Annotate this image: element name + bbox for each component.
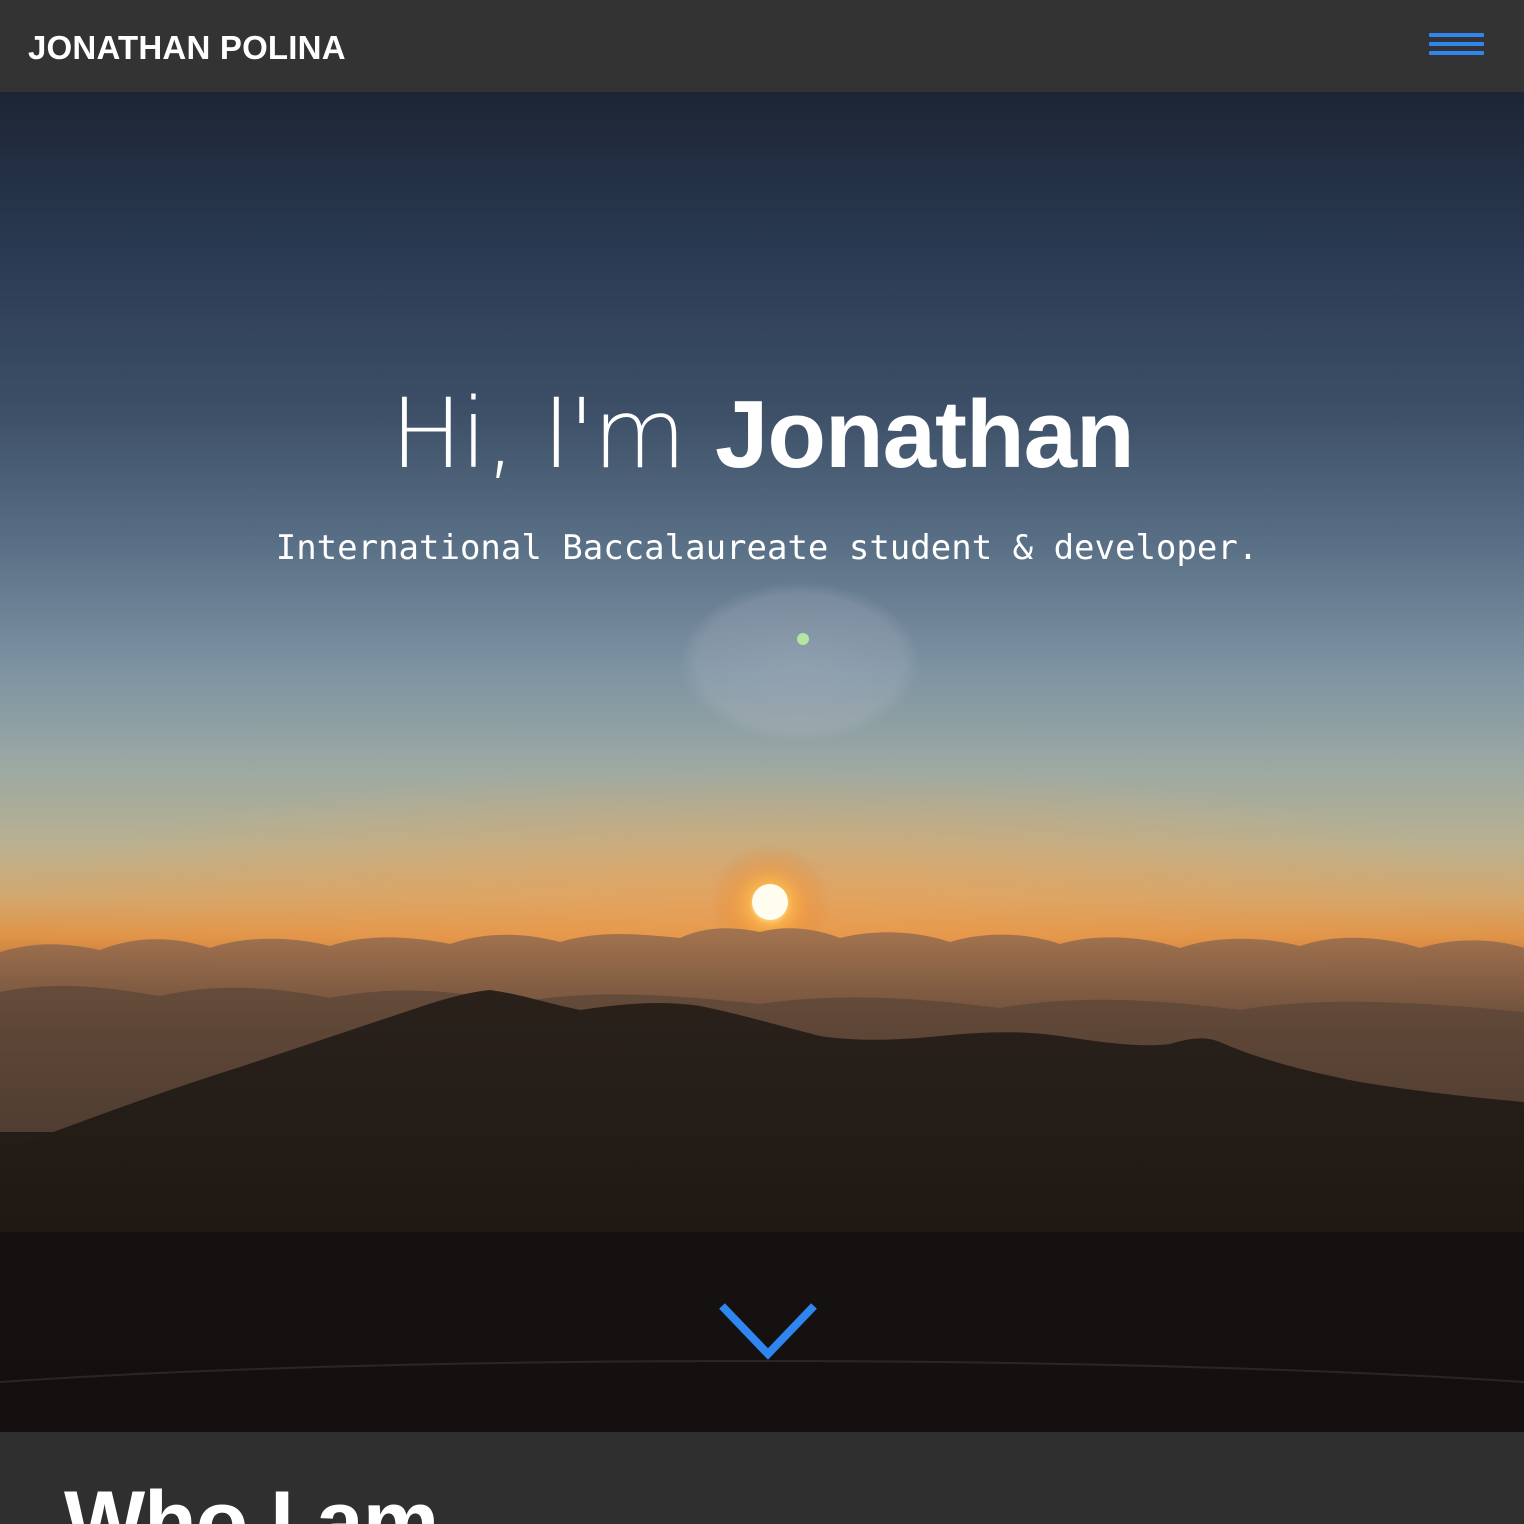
menu-bar-bottom <box>1429 51 1484 55</box>
hero-greeting: Hi, I'm <box>390 378 686 490</box>
about-section: Who I am <box>0 1432 1524 1524</box>
hamburger-menu-icon[interactable] <box>1429 33 1485 59</box>
chevron-down-icon[interactable] <box>716 1298 820 1366</box>
navbar: JONATHAN POLINA <box>0 0 1524 92</box>
site-brand[interactable]: JONATHAN POLINA <box>28 26 346 70</box>
menu-bar-middle <box>1429 42 1484 46</box>
hero-tagline: International Baccalaureate student & de… <box>275 528 1259 568</box>
menu-bar-top <box>1429 33 1484 37</box>
hero-headline: Hi, I'm Jonathan <box>0 378 1524 491</box>
lens-flare <box>680 582 920 742</box>
hero-name: Jonathan <box>714 381 1135 488</box>
hero-background-image <box>0 582 1524 1432</box>
about-title: Who I am <box>64 1474 439 1524</box>
hero-section: Hi, I'm Jonathan International Baccalaur… <box>0 92 1524 1432</box>
